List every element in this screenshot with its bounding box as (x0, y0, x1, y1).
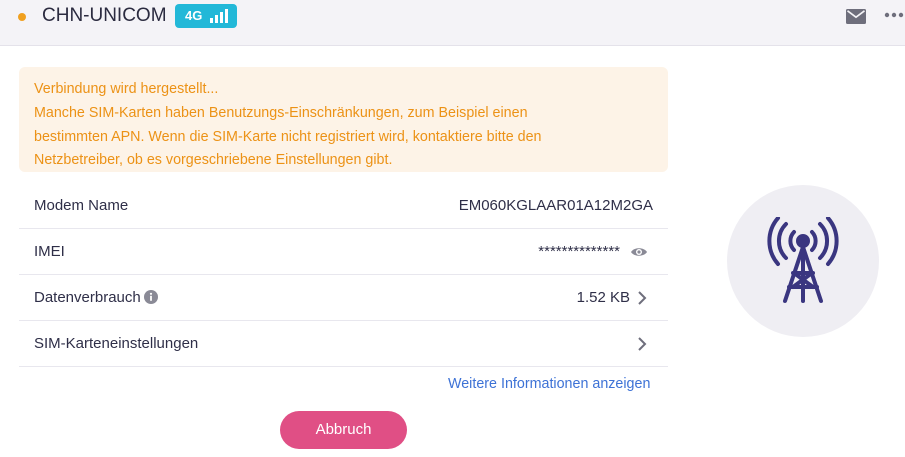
network-type-badge: 4G (175, 4, 237, 28)
data-usage-value: 1.52 KB (576, 289, 630, 306)
chevron-right-icon (638, 291, 647, 305)
eye-icon[interactable] (630, 244, 648, 260)
modem-name-row: Modem Name EM060KGLAAR01A12M2GA (19, 183, 668, 229)
more-info-link[interactable]: Weitere Informationen anzeigen (448, 374, 650, 394)
cancel-button[interactable]: Abbruch (280, 411, 407, 449)
imei-row: IMEI ************** (19, 229, 668, 275)
signal-bars-icon (210, 9, 228, 23)
info-icon[interactable] (144, 290, 158, 304)
more-options-icon[interactable] (884, 9, 904, 21)
sim-settings-label: SIM-Karteneinstellungen (34, 335, 199, 352)
imei-label: IMEI (34, 243, 65, 260)
cell-tower-icon (767, 217, 839, 303)
sim-settings-row[interactable]: SIM-Karteneinstellungen (19, 321, 668, 367)
tower-illustration (727, 185, 879, 337)
top-bar: CHN-UNICOM 4G (0, 0, 905, 46)
mail-icon[interactable] (846, 9, 866, 24)
modem-name-label: Modem Name (34, 197, 129, 214)
connection-warning: Verbindung wird hergestellt... Manche SI… (19, 67, 668, 172)
warning-line-3: bestimmten APN. Wenn die SIM-Karte nicht… (34, 128, 542, 145)
carrier-name: CHN-UNICOM (42, 5, 167, 26)
data-usage-label: Datenverbrauch (34, 289, 141, 306)
network-type-label: 4G (185, 8, 203, 23)
cellular-page: CHN-UNICOM 4G Verbindung wird hergestell… (0, 0, 905, 457)
chevron-right-icon (638, 337, 647, 351)
connection-status-dot (18, 13, 26, 21)
data-usage-row[interactable]: Datenverbrauch 1.52 KB (19, 275, 668, 321)
modem-name-value: EM060KGLAAR01A12M2GA (458, 197, 653, 214)
warning-line-1: Verbindung wird hergestellt... (34, 81, 219, 97)
warning-line-2: Manche SIM-Karten haben Benutzungs-Einsc… (34, 104, 528, 121)
imei-value: ************** (538, 243, 620, 260)
warning-line-4: Netzbetreiber, ob es vorgeschriebene Ein… (34, 152, 393, 169)
